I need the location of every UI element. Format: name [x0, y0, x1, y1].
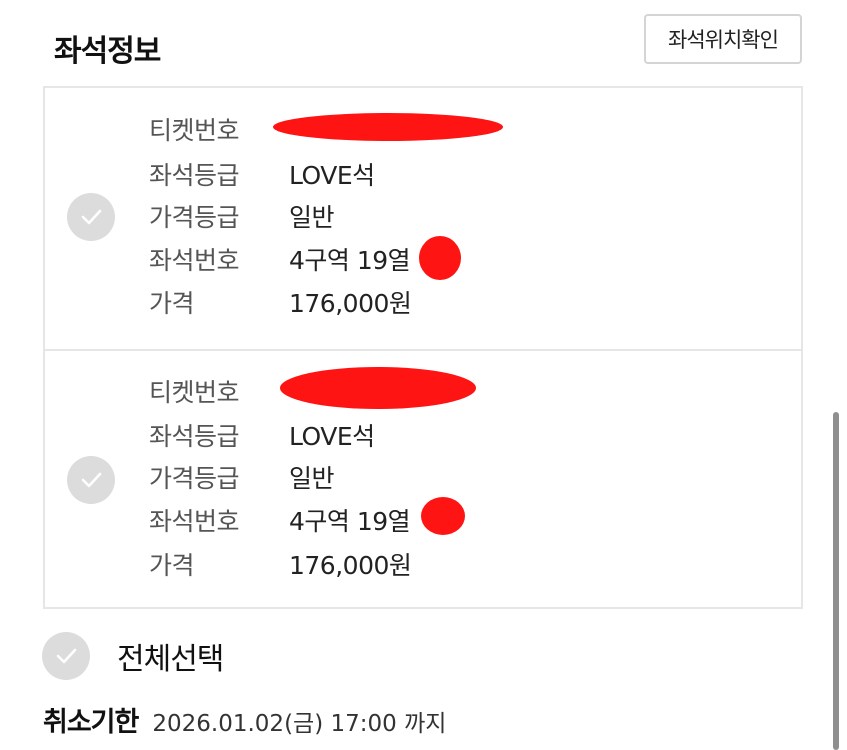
price-grade-label: 가격등급	[149, 203, 240, 232]
ticket-number-row: 티켓번호	[149, 109, 289, 149]
ticket-number-label: 티켓번호	[149, 116, 240, 145]
seat-grade-value: LOVE석	[289, 422, 375, 451]
redaction-mark	[280, 367, 476, 409]
price-grade-value: 일반	[289, 203, 335, 232]
select-all-label[interactable]: 전체선택	[117, 634, 224, 678]
ticket-checkbox[interactable]	[67, 456, 115, 504]
ticket-list: 티켓번호 좌석등급 LOVE석 가격등급 일반 좌석번호 4구역 19열 가격 …	[43, 86, 803, 609]
ticket-card[interactable]: 티켓번호 좌석등급 LOVE석 가격등급 일반 좌석번호 4구역 19열 가격 …	[45, 349, 801, 611]
ticket-card[interactable]: 티켓번호 좌석등급 LOVE석 가격등급 일반 좌석번호 4구역 19열 가격 …	[45, 88, 801, 348]
price-value: 176,000원	[289, 551, 412, 580]
price-label: 가격	[149, 289, 195, 318]
select-all-control[interactable]: 전체선택	[42, 632, 224, 680]
redaction-mark	[421, 497, 465, 535]
seat-number-label: 좌석번호	[149, 507, 240, 536]
ticket-number-row: 티켓번호	[149, 371, 289, 411]
price-row: 가격 176,000원	[149, 282, 412, 322]
seat-number-label: 좌석번호	[149, 246, 240, 275]
price-grade-value: 일반	[289, 464, 335, 493]
checkmark-icon	[81, 472, 102, 488]
price-grade-row: 가격등급 일반	[149, 457, 335, 497]
seat-number-value: 4구역 19열	[289, 246, 411, 275]
section-title: 좌석정보	[54, 34, 161, 69]
seat-grade-row: 좌석등급 LOVE석	[149, 154, 375, 194]
vertical-scrollbar[interactable]	[833, 412, 839, 750]
select-all-checkbox[interactable]	[42, 632, 90, 680]
seat-grade-label: 좌석등급	[149, 161, 240, 190]
redaction-mark	[273, 113, 503, 141]
price-grade-row: 가격등급 일반	[149, 196, 335, 236]
checkmark-icon	[81, 209, 102, 225]
seat-number-value: 4구역 19열	[289, 507, 411, 536]
seat-map-button[interactable]: 좌석위치확인	[644, 14, 802, 64]
redaction-mark	[419, 236, 461, 280]
cancel-deadline: 취소기한 2026.01.02(금) 17:00 까지	[43, 700, 446, 739]
price-label: 가격	[149, 551, 195, 580]
price-row: 가격 176,000원	[149, 544, 412, 584]
seat-grade-value: LOVE석	[289, 161, 375, 190]
price-value: 176,000원	[289, 289, 412, 318]
seat-grade-row: 좌석등급 LOVE석	[149, 415, 375, 455]
cancel-deadline-label: 취소기한	[43, 707, 139, 738]
seat-number-row: 좌석번호 4구역 19열	[149, 239, 411, 279]
checkmark-icon	[56, 648, 77, 664]
price-grade-label: 가격등급	[149, 464, 240, 493]
seat-grade-label: 좌석등급	[149, 422, 240, 451]
cancel-deadline-value: 2026.01.02(금) 17:00 까지	[152, 711, 447, 737]
seat-number-row: 좌석번호 4구역 19열	[149, 500, 411, 540]
ticket-number-label: 티켓번호	[149, 378, 240, 407]
ticket-checkbox[interactable]	[67, 193, 115, 241]
